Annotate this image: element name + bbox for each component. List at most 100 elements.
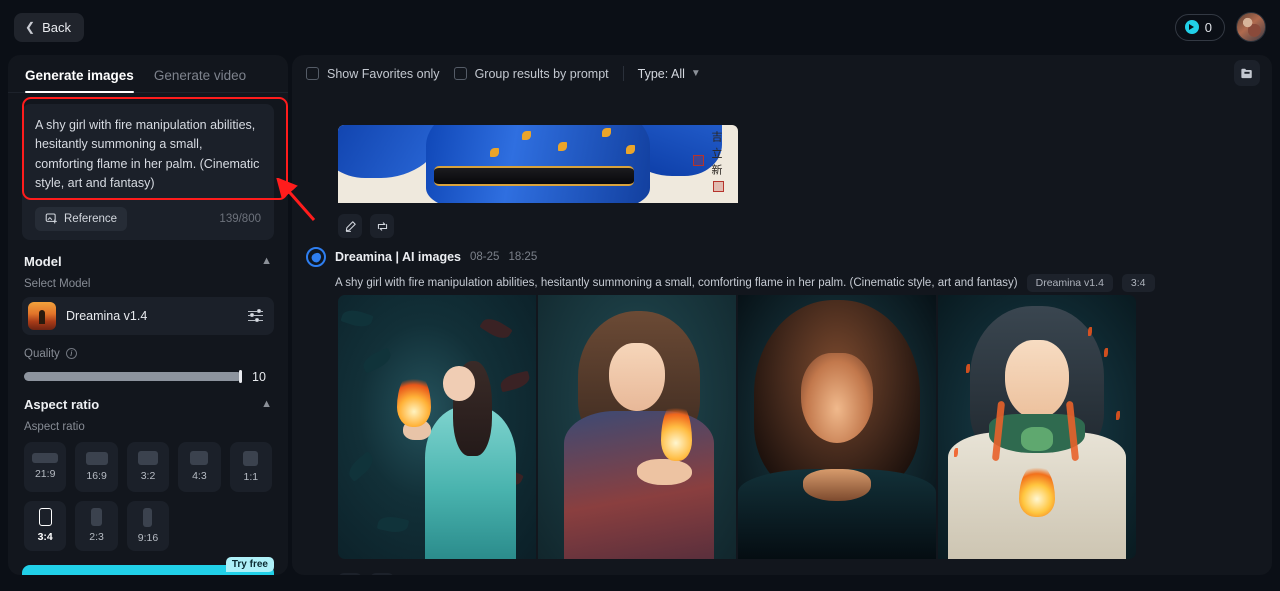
- result-tag-ratio: 3:4: [1121, 274, 1155, 292]
- chevron-up-icon[interactable]: ▲: [261, 398, 272, 410]
- prompt-input[interactable]: A shy girl with fire manipulation abilit…: [22, 104, 274, 240]
- aspect-ratio-option-1-1[interactable]: 1:1: [229, 441, 272, 492]
- generated-image-grid: [338, 295, 1136, 559]
- sliders-icon[interactable]: [248, 308, 263, 322]
- aspect-ratio-grid: 21:9 16:9 3:2 4:3 1:1 3:4 2:3 9:16: [8, 433, 288, 551]
- result-prompt: A shy girl with fire manipulation abilit…: [335, 277, 1018, 289]
- model-name: Dreamina v1.4: [66, 308, 148, 323]
- checkbox-icon: [453, 67, 467, 80]
- aspect-ratio-shape: [38, 508, 52, 526]
- prompt-area: A shy girl with fire manipulation abilit…: [8, 93, 288, 240]
- previous-result-image[interactable]: 吉 立 新: [338, 125, 738, 203]
- result-actions: [338, 573, 394, 575]
- aspect-ratio-shape: [143, 507, 153, 527]
- aspect-ratio-option-2-3[interactable]: 2:3: [75, 500, 118, 551]
- regenerate-button[interactable]: [370, 214, 394, 238]
- select-model-label: Select Model: [24, 277, 91, 290]
- results-panel: Show Favorites only Group results by pro…: [292, 55, 1272, 575]
- type-filter-label: Type: All: [637, 66, 685, 81]
- reference-button[interactable]: Reference: [35, 206, 128, 231]
- aspect-ratio-shape: [190, 451, 209, 465]
- coin-icon: [1184, 20, 1199, 34]
- generated-image[interactable]: [338, 295, 536, 559]
- result-source: Dreamina | AI images: [335, 250, 462, 264]
- aspect-ratio-option-3-4[interactable]: 3:4: [24, 500, 67, 551]
- show-favorites-label: Show Favorites only: [327, 66, 440, 81]
- quality-label: Quality: [24, 347, 60, 360]
- aspect-sub-label: Aspect ratio: [24, 420, 85, 433]
- aspect-ratio-shape: [32, 453, 59, 463]
- previous-result-actions: [338, 214, 394, 238]
- result-time: 18:25: [508, 251, 538, 263]
- credits-value: 0: [1204, 19, 1212, 35]
- aspect-ratio-option-4-3[interactable]: 4:3: [178, 441, 221, 492]
- generated-image[interactable]: [738, 295, 936, 559]
- aspect-ratio-label: 1:1: [243, 470, 259, 483]
- aspect-ratio-shape: [91, 508, 103, 526]
- aspect-section-title: Aspect ratio: [24, 396, 100, 412]
- show-favorites-toggle[interactable]: Show Favorites only: [306, 67, 440, 81]
- aspect-ratio-label: 2:3: [89, 531, 104, 543]
- info-icon[interactable]: i: [65, 348, 77, 359]
- result-prompt-row: A shy girl with fire manipulation abilit…: [335, 274, 1258, 292]
- quality-value: 10: [252, 369, 266, 384]
- aspect-ratio-option-16-9[interactable]: 16:9: [75, 441, 118, 492]
- generated-image[interactable]: [538, 295, 736, 559]
- group-by-prompt-label: Group results by prompt: [474, 66, 609, 81]
- back-label: Back: [42, 19, 71, 35]
- left-control-panel: Generate images Generate video A shy gir…: [8, 55, 288, 575]
- quality-slider[interactable]: [24, 370, 242, 383]
- tab-generate-images[interactable]: Generate images: [25, 68, 134, 93]
- quality-label-row: Quality i: [8, 335, 288, 360]
- aspect-ratio-option-21-9[interactable]: 21:9: [24, 441, 67, 492]
- type-filter-dropdown[interactable]: Type: All ▼: [638, 67, 701, 81]
- tab-label: Generate video: [153, 68, 247, 83]
- regenerate-icon: [377, 221, 387, 231]
- top-bar-right: 0: [1174, 12, 1266, 42]
- result-header: Dreamina | AI images 08-25 18:25 A shy g…: [306, 247, 1258, 292]
- model-thumbnail: [28, 301, 56, 330]
- results-toolbar: Show Favorites only Group results by pro…: [292, 55, 1272, 92]
- calligraphy-text: 吉 立 新: [710, 131, 723, 176]
- edit-button[interactable]: [338, 214, 362, 238]
- model-selector[interactable]: Dreamina v1.4: [22, 296, 274, 335]
- chevron-down-icon: ▼: [690, 68, 701, 79]
- result-date: 08-25: [470, 251, 500, 263]
- aspect-ratio-label: 9:16: [137, 531, 159, 544]
- aspect-ratio-option-9-16[interactable]: 9:16: [126, 500, 170, 551]
- aspect-ratio-shape: [243, 450, 259, 466]
- aspect-ratio-shape: [85, 451, 108, 465]
- results-feed: 吉 立 新 Dreamina | AI images 08-25 18:25 A…: [292, 92, 1272, 575]
- kimono-illustration: 吉 立 新: [338, 125, 738, 203]
- aspect-ratio-option-3-2[interactable]: 3:2: [126, 441, 170, 492]
- archive-button[interactable]: [1234, 60, 1260, 86]
- dreamina-badge-icon: [306, 247, 326, 267]
- try-free-badge: Try free: [225, 556, 274, 572]
- prompt-text: A shy girl with fire manipulation abilit…: [35, 118, 260, 191]
- group-by-prompt-toggle[interactable]: Group results by prompt: [453, 66, 609, 81]
- credits-pill[interactable]: 0: [1174, 13, 1225, 41]
- edit-button[interactable]: [338, 573, 362, 575]
- reference-label: Reference: [64, 212, 118, 225]
- annotation-arrow: [276, 178, 316, 221]
- regenerate-button[interactable]: [370, 573, 394, 575]
- back-button[interactable]: ❮ Back: [14, 12, 84, 42]
- image-plus-icon: [45, 213, 57, 224]
- top-bar: ❮ Back 0: [0, 0, 1280, 54]
- chevron-up-icon[interactable]: ▲: [261, 255, 272, 267]
- aspect-ratio-label: 3:2: [140, 470, 156, 482]
- aspect-ratio-label: 3:4: [37, 531, 53, 543]
- tab-label: Generate images: [25, 68, 134, 83]
- aspect-ratio-shape: [137, 451, 158, 465]
- model-section-title: Model: [24, 253, 62, 269]
- folder-icon: [1241, 68, 1252, 78]
- aspect-section-header: Aspect ratio ▲: [8, 384, 288, 412]
- model-section-header: Model ▲: [8, 240, 288, 269]
- tab-generate-video[interactable]: Generate video: [154, 68, 246, 92]
- user-avatar[interactable]: [1236, 12, 1266, 42]
- aspect-ratio-label: 21:9: [34, 468, 56, 480]
- generated-image[interactable]: [938, 295, 1136, 559]
- result-tag-model: Dreamina v1.4: [1026, 274, 1113, 292]
- aspect-ratio-label: 16:9: [86, 469, 107, 482]
- app-root: ❮ Back 0 Generate images Generate video …: [0, 0, 1280, 591]
